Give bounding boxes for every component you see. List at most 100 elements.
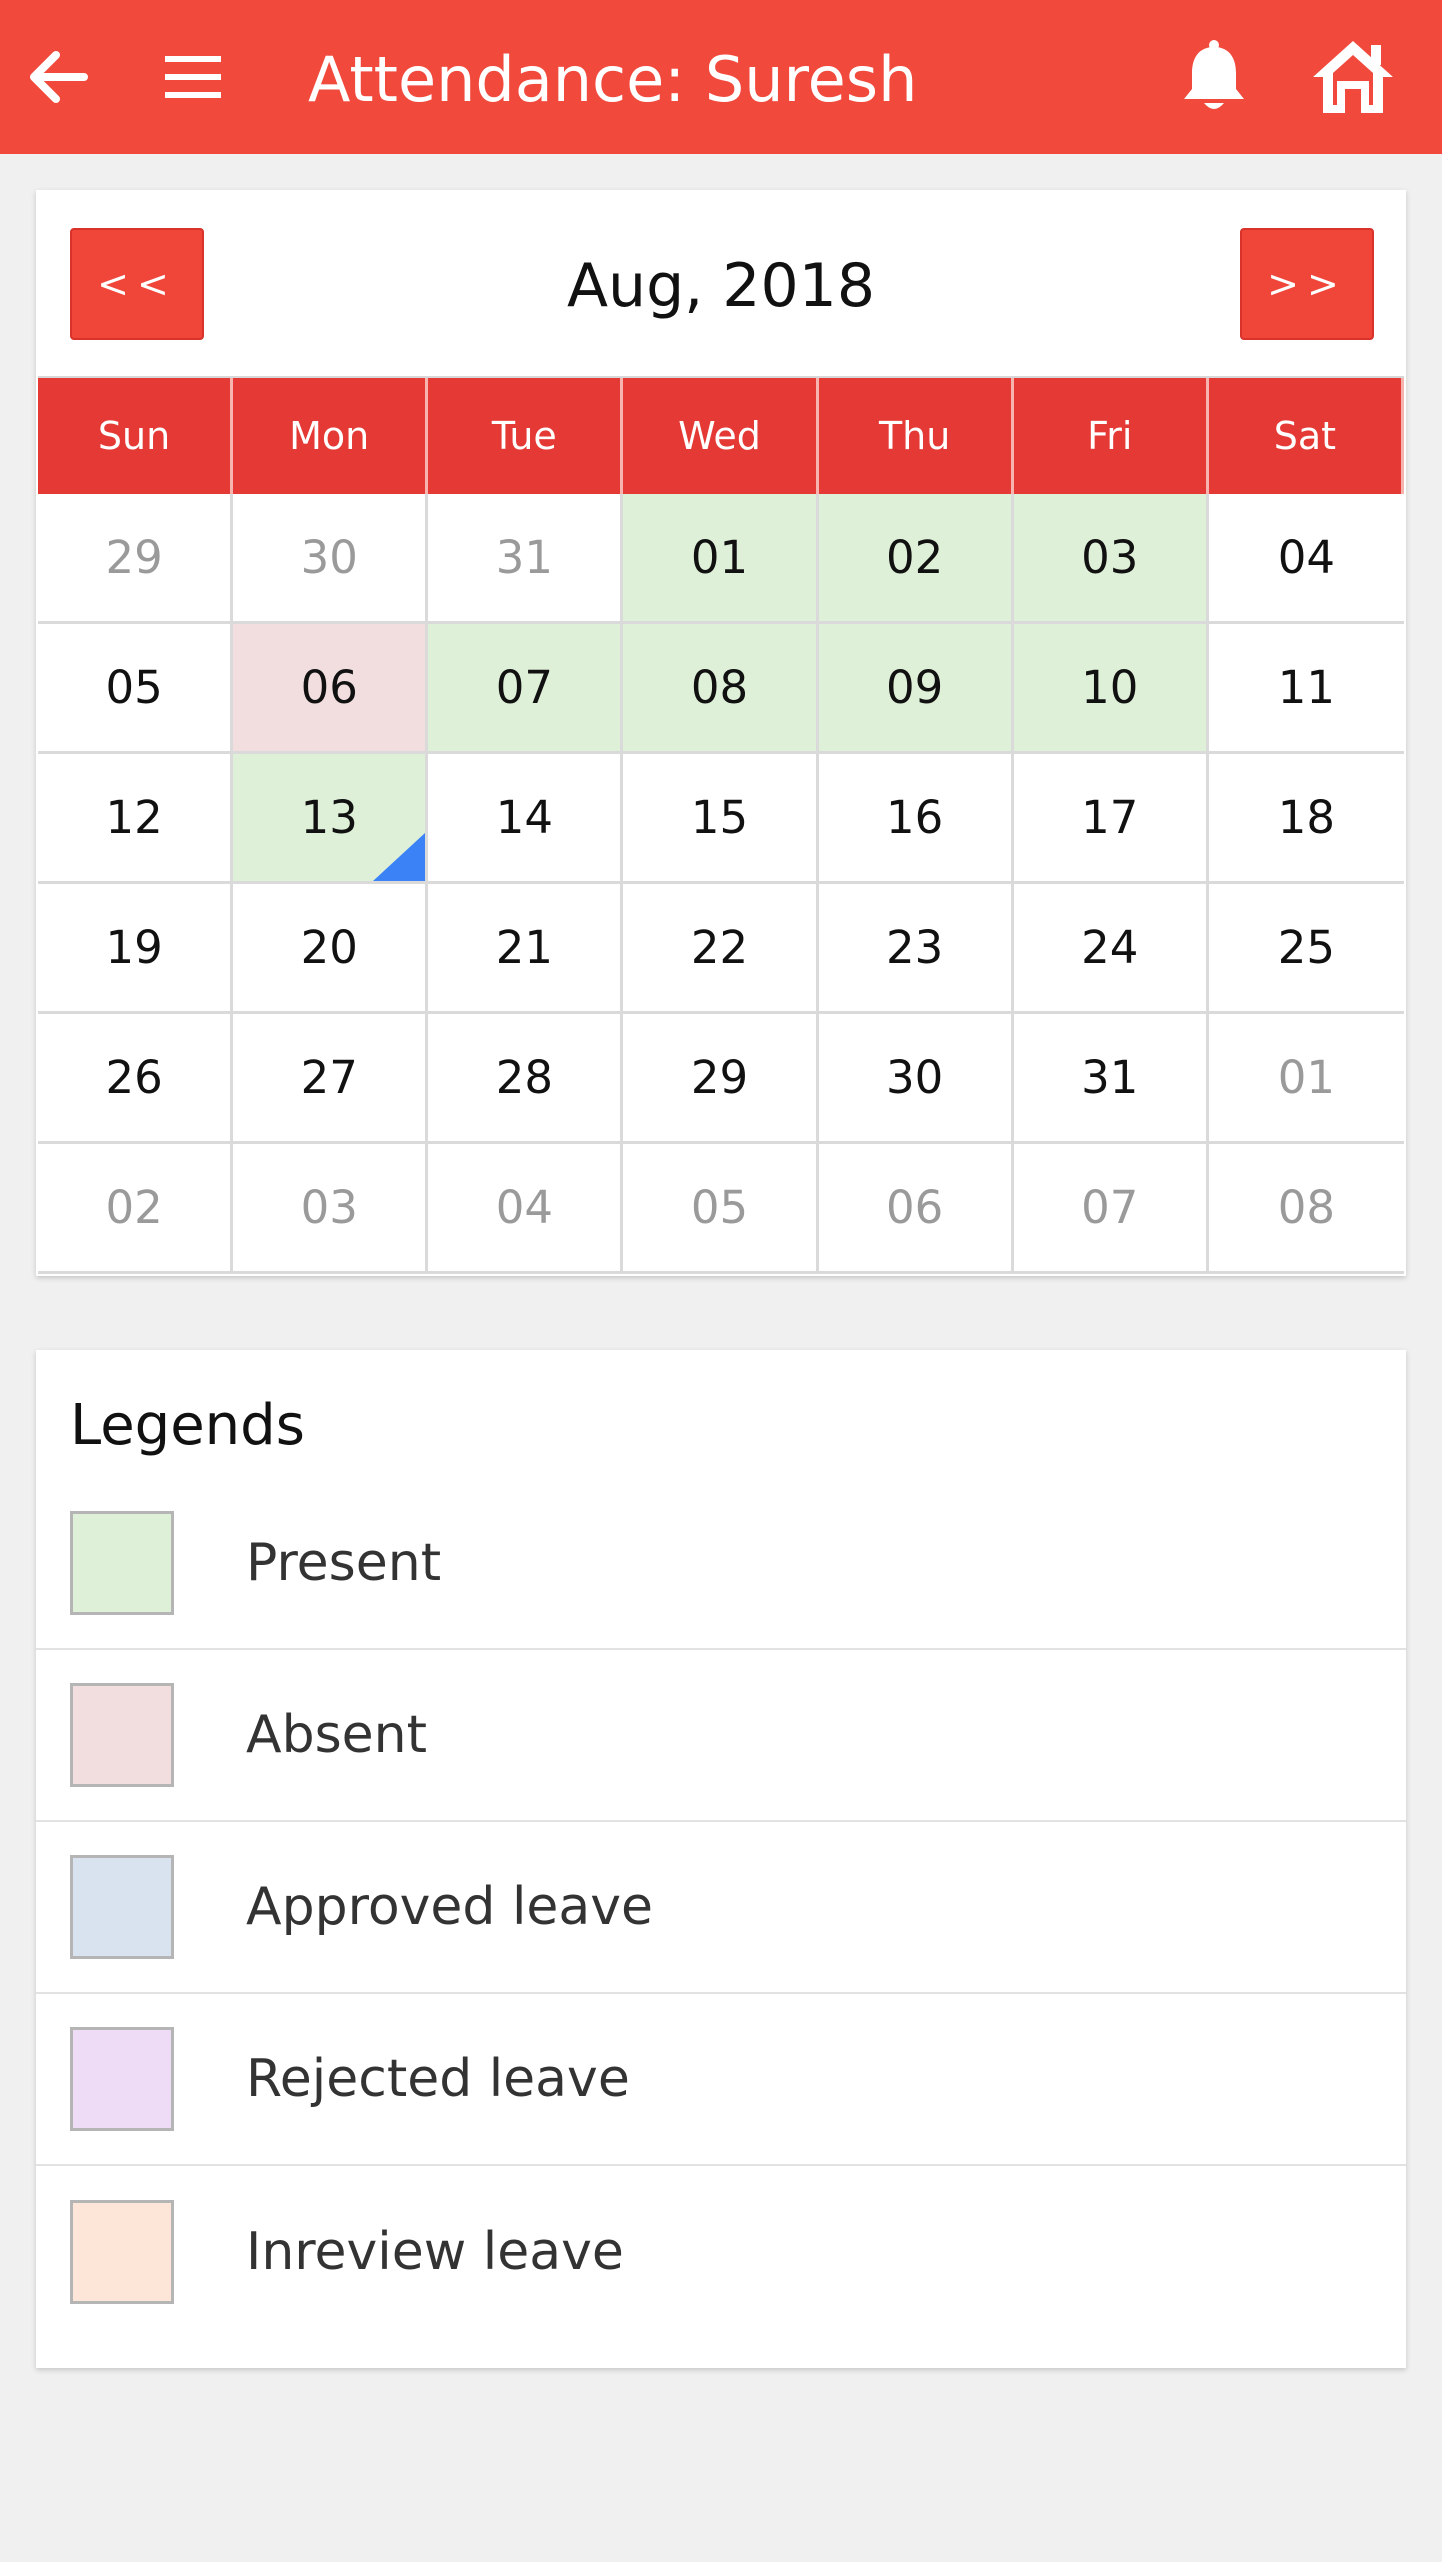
calendar-day[interactable]: 23 [818, 884, 1014, 1014]
calendar-day[interactable]: 27 [233, 1014, 429, 1144]
calendar-day[interactable]: 29 [623, 1014, 819, 1144]
calendar-day[interactable]: 22 [623, 884, 819, 1014]
day-number: 28 [495, 1051, 553, 1104]
calendar-day[interactable]: 16 [818, 754, 1014, 884]
calendar-day[interactable]: 04 [428, 1144, 624, 1274]
calendar-day[interactable]: 30 [818, 1014, 1014, 1144]
day-number: 09 [886, 661, 944, 714]
menu-icon[interactable] [156, 37, 230, 117]
day-number: 14 [495, 791, 553, 844]
calendar-day[interactable]: 20 [233, 884, 429, 1014]
day-number: 18 [1277, 791, 1336, 844]
day-number: 10 [1081, 661, 1139, 714]
legend-swatch [70, 1855, 174, 1959]
legend-title: Legends [70, 1393, 305, 1458]
weekday-header: Mon [233, 378, 429, 494]
day-number: 17 [1081, 791, 1139, 844]
calendar-day[interactable]: 08 [623, 624, 819, 754]
calendar-day[interactable]: 15 [623, 754, 819, 884]
day-number: 29 [105, 531, 163, 584]
calendar-day[interactable]: 01 [1208, 1014, 1404, 1144]
day-number: 01 [690, 531, 749, 584]
day-number: 15 [690, 791, 749, 844]
day-number: 12 [105, 791, 163, 844]
calendar-day[interactable]: 04 [1208, 494, 1404, 624]
next-month-button[interactable]: >> [1240, 228, 1374, 340]
day-number: 29 [690, 1051, 749, 1104]
calendar-day[interactable]: 17 [1013, 754, 1209, 884]
calendar-day[interactable]: 11 [1208, 624, 1404, 754]
calendar-day[interactable]: 21 [428, 884, 624, 1014]
legend-label: Rejected leave [246, 2049, 630, 2109]
calendar-day[interactable]: 19 [38, 884, 234, 1014]
calendar-day[interactable]: 08 [1208, 1144, 1404, 1274]
calendar-day[interactable]: 31 [428, 494, 624, 624]
day-number: 11 [1277, 661, 1336, 714]
legend-item: Rejected leave [36, 1994, 1406, 2166]
back-arrow-icon[interactable] [20, 37, 94, 117]
legend-item: Present [36, 1478, 1406, 1650]
day-number: 06 [886, 1181, 944, 1234]
calendar-day[interactable]: 18 [1208, 754, 1404, 884]
calendar-day[interactable]: 03 [1013, 494, 1209, 624]
day-number: 24 [1081, 921, 1139, 974]
day-number: 30 [300, 531, 358, 584]
calendar-day[interactable]: 01 [623, 494, 819, 624]
calendar-day[interactable]: 02 [818, 494, 1014, 624]
legend-swatch [70, 2027, 174, 2131]
day-number: 02 [105, 1181, 163, 1234]
weekday-header: Sun [38, 378, 234, 494]
day-number: 08 [1277, 1181, 1336, 1234]
calendar-day[interactable]: 14 [428, 754, 624, 884]
legend-label: Absent [246, 1705, 428, 1765]
legend-label: Approved leave [246, 1877, 654, 1937]
day-number: 03 [1081, 531, 1139, 584]
legend-label: Present [246, 1533, 442, 1593]
day-number: 03 [300, 1181, 358, 1234]
day-number: 23 [886, 921, 944, 974]
day-number: 04 [495, 1181, 553, 1234]
weekday-header: Tue [428, 378, 624, 494]
weekday-header: Thu [818, 378, 1014, 494]
day-number: 05 [690, 1181, 749, 1234]
calendar-day[interactable]: 24 [1013, 884, 1209, 1014]
legend-item: Absent [36, 1650, 1406, 1822]
day-number: 01 [1277, 1051, 1336, 1104]
day-number: 19 [105, 921, 163, 974]
calendar-day[interactable]: 10 [1013, 624, 1209, 754]
day-number: 31 [495, 531, 553, 584]
legend-item: Inreview leave [36, 2166, 1406, 2338]
calendar-day[interactable]: 12 [38, 754, 234, 884]
weekday-header: Sat [1208, 378, 1404, 494]
calendar-day[interactable]: 13 [233, 754, 429, 884]
legend-card: Legends Present Absent Approved leave Rejec… [36, 1350, 1406, 2368]
day-number: 22 [690, 921, 749, 974]
calendar-day[interactable]: 26 [38, 1014, 234, 1144]
calendar-day[interactable]: 06 [233, 624, 429, 754]
day-number: 26 [105, 1051, 163, 1104]
day-number: 30 [886, 1051, 944, 1104]
calendar-card: << Aug, 2018 >> Sun Mon Tue Wed Thu Fri … [36, 190, 1406, 1276]
day-number: 02 [886, 531, 944, 584]
day-number: 07 [1081, 1181, 1139, 1234]
calendar-day[interactable]: 05 [623, 1144, 819, 1274]
day-number: 20 [300, 921, 358, 974]
day-number: 27 [300, 1051, 358, 1104]
calendar-day[interactable]: 09 [818, 624, 1014, 754]
calendar-day[interactable]: 07 [428, 624, 624, 754]
calendar-day[interactable]: 30 [233, 494, 429, 624]
calendar-day[interactable]: 05 [38, 624, 234, 754]
calendar-day[interactable]: 28 [428, 1014, 624, 1144]
calendar-day[interactable]: 29 [38, 494, 234, 624]
calendar-day[interactable]: 03 [233, 1144, 429, 1274]
calendar-day[interactable]: 02 [38, 1144, 234, 1274]
home-icon[interactable] [1308, 35, 1398, 119]
weekday-header: Wed [623, 378, 819, 494]
day-number: 08 [690, 661, 749, 714]
calendar-day[interactable]: 07 [1013, 1144, 1209, 1274]
calendar-day[interactable]: 06 [818, 1144, 1014, 1274]
calendar-day[interactable]: 25 [1208, 884, 1404, 1014]
calendar-grid: Sun Mon Tue Wed Thu Fri Sat 29 30 31 01 02 03… [38, 376, 1404, 1274]
bell-icon[interactable] [1172, 37, 1256, 117]
calendar-day[interactable]: 31 [1013, 1014, 1209, 1144]
